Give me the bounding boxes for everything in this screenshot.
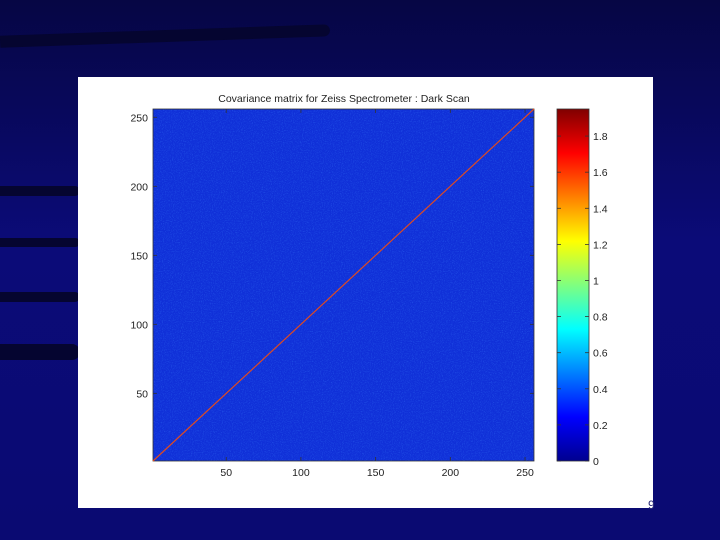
decorative-stripe: [0, 238, 80, 247]
x-tick-label: 250: [516, 467, 534, 479]
y-tick-label: 50: [136, 388, 148, 400]
colorbar-tick-label: 1.8: [593, 131, 608, 143]
decorative-stripe: [0, 344, 80, 360]
page-number: 9: [648, 498, 655, 512]
colorbar-tick-label: 1.6: [593, 167, 608, 179]
x-tick-label: 200: [442, 467, 460, 479]
decorative-stripe: [0, 292, 80, 302]
colorbar-tick-label: 0.4: [593, 384, 608, 396]
colorbar-tick-label: 0: [593, 456, 599, 468]
decorative-stripe: [0, 186, 80, 196]
x-tick-label: 150: [367, 467, 385, 479]
colorbar-tick-label: 1.4: [593, 203, 608, 215]
y-tick-label: 250: [130, 112, 148, 124]
colorbar-tick-label: 1: [593, 275, 599, 287]
colorbar-tick-label: 1.2: [593, 239, 608, 251]
y-tick-label: 200: [130, 181, 148, 193]
colorbar-tick-label: 0.2: [593, 420, 608, 432]
chart-title: Covariance matrix for Zeiss Spectrometer…: [218, 93, 470, 105]
y-tick-label: 150: [130, 250, 148, 262]
x-tick-label: 50: [220, 467, 232, 479]
x-tick-label: 100: [292, 467, 310, 479]
colorbar-tick-label: 0.8: [593, 312, 608, 324]
y-tick-label: 100: [130, 319, 148, 331]
colorbar: 0 0.2 0.4 0.6 0.8 1 1.2 1.4 1.6 1.8: [556, 108, 608, 468]
colorbar-tick-label: 0.6: [593, 348, 608, 360]
heatmap-plot: [152, 108, 535, 462]
figure-panel: Covariance matrix for Zeiss Spectrometer…: [78, 77, 653, 508]
colorbar-gradient: [557, 109, 589, 461]
covariance-chart: Covariance matrix for Zeiss Spectrometer…: [130, 93, 608, 479]
